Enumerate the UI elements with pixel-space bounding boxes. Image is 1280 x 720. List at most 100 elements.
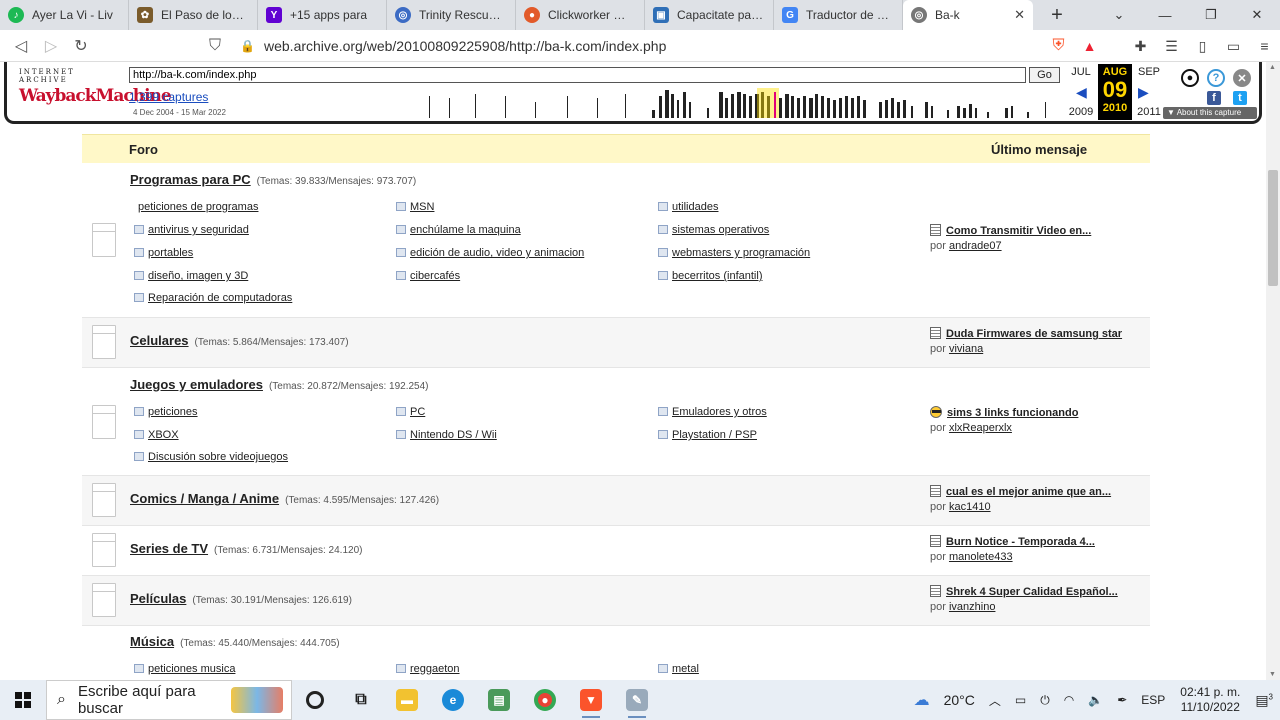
twitter-icon[interactable]: t	[1233, 91, 1247, 105]
account-icon[interactable]: ●	[1181, 69, 1199, 87]
subforum-link[interactable]: metal	[658, 663, 699, 675]
wayback-url-input[interactable]: http://ba-k.com/index.php	[129, 67, 1026, 83]
tab-ayer-la-vi[interactable]: ♪ Ayer La Vi - Liv	[0, 0, 129, 30]
tab-ba-k[interactable]: ◎ Ba-k ✕	[903, 0, 1033, 30]
menu-icon[interactable]: ≡	[1249, 38, 1280, 54]
subforum-link[interactable]: sistemas operativos	[658, 224, 769, 236]
tab-trinity[interactable]: ◎ Trinity Rescue Kit	[387, 0, 516, 30]
prev-capture-icon[interactable]: ◀	[1076, 84, 1087, 101]
last-post-title[interactable]: sims 3 links funcionando	[930, 406, 1140, 419]
close-icon[interactable]: ✕	[1233, 69, 1251, 87]
tab-capacitate[interactable]: ▣ Capacitate para el	[645, 0, 774, 30]
edge-button[interactable]: e	[430, 680, 476, 720]
subforum-link[interactable]: Discusión sobre videojuegos	[134, 451, 288, 463]
restore-icon[interactable]: ❐	[1188, 0, 1234, 30]
subforum-link[interactable]: Emuladores y otros	[658, 406, 767, 418]
last-post-user[interactable]: xlxReaperxlx	[949, 422, 1012, 434]
task-view-button[interactable]: ⧉	[338, 680, 384, 720]
subforum-link[interactable]: PC	[396, 406, 425, 418]
language-indicator[interactable]: ESP	[1134, 693, 1172, 707]
facebook-icon[interactable]: f	[1207, 91, 1221, 105]
wifi-icon[interactable]: ◠	[1057, 693, 1081, 707]
next-month[interactable]: SEP	[1132, 66, 1166, 78]
tab-traductor[interactable]: G Traductor de Goog	[774, 0, 903, 30]
prev-year[interactable]: 2009	[1064, 106, 1098, 118]
next-year[interactable]: 2011	[1132, 106, 1166, 118]
subforum-link[interactable]: webmasters y programación	[658, 247, 810, 259]
last-post-title[interactable]: Como Transmitir Video en...	[930, 224, 1140, 237]
subforum-link[interactable]: enchúlame la maquina	[396, 224, 521, 236]
subforum-link[interactable]: diseño, imagen y 3D	[134, 270, 248, 282]
last-post-title[interactable]: Burn Notice - Temporada 4...	[930, 535, 1140, 548]
subforum-link[interactable]: Reparación de computadoras	[134, 292, 292, 304]
captures-sparkline[interactable]	[427, 88, 1063, 118]
sidebar-icon[interactable]: ▯	[1187, 38, 1218, 55]
address-bar[interactable]: 🔒 web.archive.org/web/20100809225908/htt…	[240, 34, 1010, 58]
subforum-link[interactable]: cibercafés	[396, 270, 460, 282]
reload-icon[interactable]: ↻	[66, 36, 96, 56]
scroll-up-icon[interactable]: ▲	[1269, 64, 1276, 71]
last-post-title[interactable]: Duda Firmwares de samsung star	[930, 327, 1140, 340]
clock[interactable]: 02:41 p. m. 11/10/2022	[1172, 685, 1248, 715]
back-icon[interactable]: ◁	[6, 36, 36, 56]
subforum-link[interactable]: portables	[134, 247, 193, 259]
forum-title[interactable]: Programas para PC (Temas: 39.833/Mensajes…	[130, 172, 416, 187]
subforum-link[interactable]: Nintendo DS / Wii	[396, 429, 497, 441]
last-post-title[interactable]: Shrek 4 Super Calidad Español...	[930, 585, 1140, 598]
captures-link[interactable]: 1,399 captures	[129, 90, 208, 104]
wayback-logo[interactable]: INTERNET ARCHIVE WaybackMachine	[19, 68, 172, 114]
subforum-link[interactable]: utilidades	[658, 201, 718, 213]
close-window-icon[interactable]: ✕	[1234, 0, 1280, 30]
bookmark-icon[interactable]: ⛉	[200, 37, 230, 55]
subforum-link[interactable]: reggaeton	[396, 663, 460, 675]
reading-list-icon[interactable]: ☰	[1156, 38, 1187, 55]
forward-icon[interactable]: ▷	[36, 36, 66, 56]
subforum-link[interactable]: MSN	[396, 201, 434, 213]
subforum-link[interactable]: peticiones	[134, 406, 198, 418]
subforum-link[interactable]: peticiones musica	[134, 663, 235, 675]
go-button[interactable]: Go	[1029, 67, 1060, 83]
subforum-link[interactable]: peticiones de programas	[138, 201, 258, 213]
next-capture-icon[interactable]: ▶	[1138, 84, 1149, 101]
tray-chevron-icon[interactable]: ︿	[982, 692, 1008, 709]
volume-icon[interactable]: 🔈	[1081, 693, 1110, 707]
wallet-icon[interactable]: ▭	[1218, 38, 1249, 55]
subforum-link[interactable]: Playstation / PSP	[658, 429, 757, 441]
tab-el-paso[interactable]: ✿ El Paso de los Año	[129, 0, 258, 30]
scroll-down-icon[interactable]: ▼	[1269, 671, 1276, 678]
weather-temp[interactable]: 20°C	[937, 692, 982, 708]
forum-title[interactable]: Películas (Temas: 30.191/Mensajes: 126.61…	[130, 591, 352, 606]
subforum-link[interactable]: XBOX	[134, 429, 179, 441]
new-tab-button[interactable]: +	[1043, 4, 1071, 27]
start-button[interactable]	[0, 680, 46, 720]
brave-rewards-icon[interactable]: ▲	[1074, 38, 1105, 54]
extensions-icon[interactable]: ✚	[1125, 38, 1156, 55]
last-post-user[interactable]: andrade07	[949, 240, 1002, 252]
pen-icon[interactable]: ✒	[1110, 693, 1134, 707]
close-tab-icon[interactable]: ✕	[1014, 7, 1025, 23]
app-button[interactable]: ▤	[476, 680, 522, 720]
about-capture-button[interactable]: ▼ About this capture	[1163, 107, 1257, 119]
weather-icon[interactable]: ☁	[907, 690, 937, 710]
last-post-user[interactable]: ivanzhino	[949, 601, 995, 613]
notifications-icon[interactable]: ▤3	[1248, 692, 1280, 709]
taskbar-search[interactable]: ⌕ Escribe aquí para buscar	[46, 680, 292, 720]
prev-month[interactable]: JUL	[1064, 66, 1098, 78]
scrollbar-thumb[interactable]	[1268, 170, 1278, 286]
minimize-icon[interactable]: —	[1142, 0, 1188, 30]
brave-shield-icon[interactable]: ⛨	[1043, 37, 1074, 55]
last-post-user[interactable]: manolete433	[949, 551, 1013, 563]
chrome-button[interactable]: ●	[522, 680, 568, 720]
forum-title[interactable]: Comics / Manga / Anime (Temas: 4.595/Mens…	[130, 491, 439, 506]
last-post-user[interactable]: kac1410	[949, 501, 991, 513]
forum-title[interactable]: Celulares (Temas: 5.864/Mensajes: 173.407…	[130, 333, 349, 348]
power-icon[interactable]: ⏻	[1033, 693, 1057, 708]
subforum-link[interactable]: becerritos (infantil)	[658, 270, 762, 282]
tool-button[interactable]: ✎	[614, 680, 660, 720]
tab-search-icon[interactable]: ⌄	[1096, 0, 1142, 30]
help-icon[interactable]: ?	[1207, 69, 1225, 87]
subforum-link[interactable]: edición de audio, video y animacion	[396, 247, 584, 259]
last-post-title[interactable]: cual es el mejor anime que an...	[930, 485, 1140, 498]
tab-clickworker[interactable]: ● Clickworker Workp	[516, 0, 645, 30]
page-scrollbar[interactable]: ▲ ▼	[1266, 62, 1280, 680]
